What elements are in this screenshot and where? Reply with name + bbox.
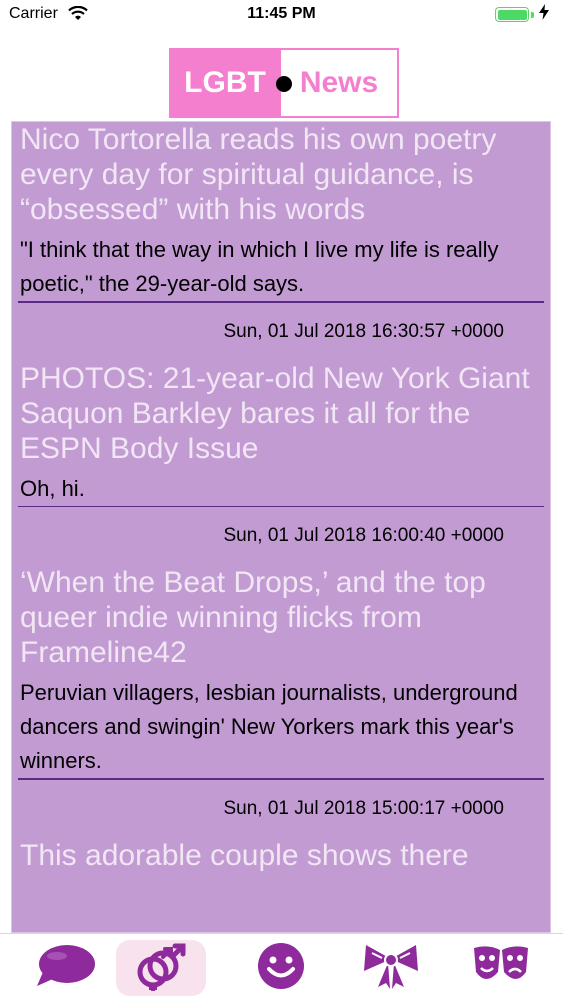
article-item[interactable]: ‘When the Beat Drops,’ and the top queer… bbox=[12, 565, 550, 824]
article-item[interactable]: This adorable couple shows there bbox=[12, 838, 550, 873]
article-headline[interactable]: ‘When the Beat Drops,’ and the top queer… bbox=[12, 565, 550, 670]
tab-arts[interactable] bbox=[456, 940, 546, 996]
tab-gender[interactable] bbox=[116, 940, 206, 996]
article-item[interactable]: PHOTOS: 21-year-old New York Giant Saquo… bbox=[12, 361, 550, 552]
bow-icon bbox=[360, 941, 422, 996]
logo-lgbt-text: LGBT bbox=[184, 66, 266, 99]
logo-right-panel: News bbox=[281, 48, 399, 118]
logo-left-panel: LGBT bbox=[169, 48, 281, 118]
logo-news-text: News bbox=[299, 66, 379, 99]
status-bar: Carrier 11:45 PM bbox=[0, 0, 563, 30]
tab-bar bbox=[0, 933, 563, 1001]
article-date: Sun, 01 Jul 2018 16:30:57 +0000 bbox=[223, 320, 505, 342]
article-summary: Peruvian villagers, lesbian journalists,… bbox=[20, 680, 518, 773]
news-feed[interactable]: Nico Tortorella reads his own poetry eve… bbox=[11, 121, 551, 933]
tab-style[interactable] bbox=[346, 940, 436, 996]
article-headline[interactable]: This adorable couple shows there bbox=[12, 838, 550, 873]
smiley-icon bbox=[255, 940, 307, 997]
article-headline[interactable]: Nico Tortorella reads his own poetry eve… bbox=[12, 122, 550, 227]
article-date: Sun, 01 Jul 2018 15:00:17 +0000 bbox=[223, 797, 505, 819]
article-item[interactable]: Nico Tortorella reads his own poetry eve… bbox=[12, 122, 550, 347]
clock: 11:45 PM bbox=[247, 5, 316, 22]
gender-symbols-icon bbox=[131, 940, 191, 997]
battery-icon bbox=[495, 7, 529, 22]
article-summary: Oh, hi. bbox=[20, 475, 85, 501]
article-summary: "I think that the way in which I live my… bbox=[20, 237, 499, 296]
charging-bolt-icon bbox=[539, 4, 549, 25]
speech-bubble-icon bbox=[33, 942, 97, 995]
logo-dot bbox=[276, 76, 292, 92]
tab-fun[interactable] bbox=[236, 940, 326, 996]
article-headline[interactable]: PHOTOS: 21-year-old New York Giant Saquo… bbox=[12, 361, 550, 466]
article-date: Sun, 01 Jul 2018 16:00:40 +0000 bbox=[223, 525, 505, 546]
theater-masks-icon bbox=[470, 942, 532, 995]
tab-chat[interactable] bbox=[20, 940, 110, 996]
battery-tip bbox=[531, 12, 534, 18]
